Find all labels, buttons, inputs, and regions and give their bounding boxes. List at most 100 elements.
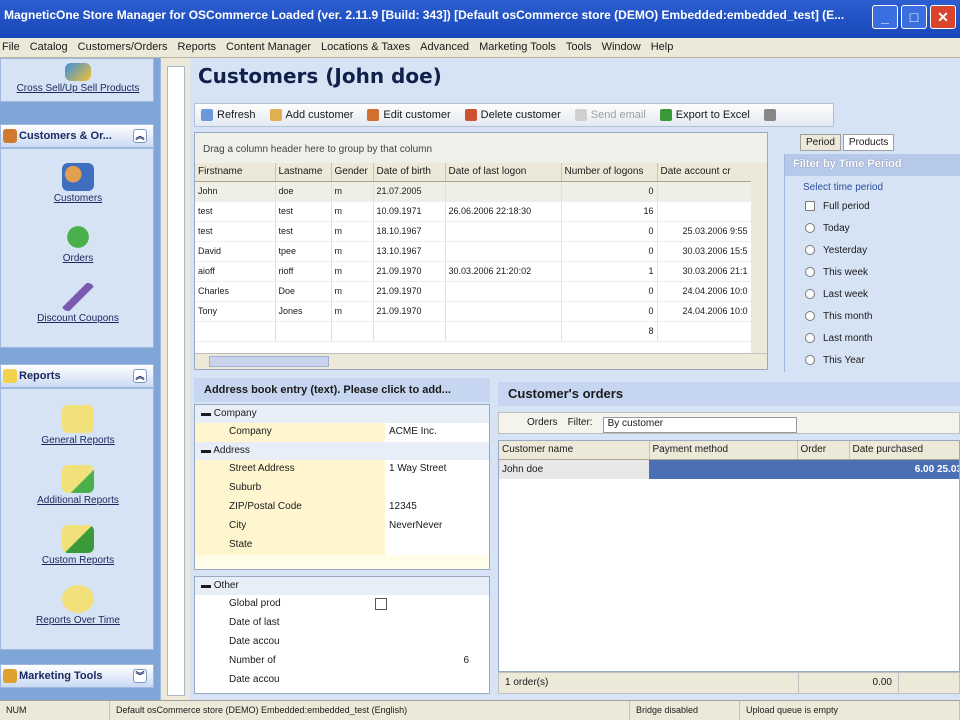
sidebar-header-customers[interactable]: Customers & Or... ︽ [0,124,154,148]
property-row[interactable]: State [195,536,489,555]
table-row[interactable]: Charles Doe m 21.09.1970 0 24.04.2006 10:0 [195,281,752,302]
column-header[interactable]: Number of logons [561,163,658,182]
property-row[interactable]: Date accou [195,633,489,652]
column-header[interactable]: Lastname [275,163,332,182]
column-header[interactable]: Date account cr [657,163,752,182]
filter-option-last-week[interactable]: Last week [785,281,960,303]
sidebar-item-reports-over-time[interactable]: Reports Over Time [1,585,155,626]
filter-option-yesterday[interactable]: Yesterday [785,237,960,259]
send-email-button[interactable]: Send email [574,109,646,121]
close-icon[interactable]: ✕ [930,5,956,29]
column-header[interactable]: Customer name [499,441,650,460]
property-row[interactable]: Global prod [195,595,489,614]
print-button[interactable] [763,109,776,121]
menu-item-catalog[interactable]: Catalog [30,41,68,57]
category-company[interactable]: ▬ Company [195,405,489,423]
page-title: Customers (John doe) [198,64,442,88]
sidebar-item-custom-reports[interactable]: Custom Reports [1,525,155,566]
sidebar-item-discount-coupons[interactable]: Discount Coupons [1,283,155,324]
orders-filter-bar: Orders Filter: By customer [498,412,960,434]
property-row[interactable]: Number of 6 [195,652,489,671]
property-row[interactable]: Street Address 1 Way Street [195,460,489,479]
sidebar-item-cross-sell[interactable]: Cross Sell/Up Sell Products [1,63,155,94]
collapse-icon[interactable]: ︽ [133,129,147,143]
menu-item-window[interactable]: Window [602,41,641,57]
minimize-icon[interactable]: _ [872,5,898,29]
radio-icon[interactable] [805,355,815,365]
filter-option-this-month[interactable]: This month [785,303,960,325]
orders-header: Customer's orders [498,382,960,406]
radio-icon[interactable] [805,333,815,343]
property-row[interactable]: Date accou [195,671,489,690]
orders-table: Customer name Payment method Order Date pur… [499,441,959,479]
column-header[interactable]: Date of last logon [445,163,562,182]
sidebar-header-marketing[interactable]: Marketing Tools ︾ [0,664,154,688]
column-header[interactable]: Payment method [649,441,798,460]
property-row[interactable]: Company ACME Inc. [195,423,489,442]
sidebar-item-general-reports[interactable]: General Reports [1,405,155,446]
table-row[interactable]: John doe 6.00 25.03.2005 Pendi [499,459,959,479]
export-excel-button[interactable]: Export to Excel [659,109,750,121]
table-cell: 21.09.1970 [373,301,446,322]
sidebar-item-customers[interactable]: Customers [1,163,155,204]
table-row[interactable]: David tpee m 13.10.1967 0 30.03.2006 15:5 [195,241,752,262]
orders-filter-select[interactable]: By customer [602,417,797,433]
tab-products[interactable]: Products [842,134,895,151]
menu-item-marketing-tools[interactable]: Marketing Tools [479,41,556,57]
property-row[interactable]: ZIP/Postal Code 12345 [195,498,489,517]
menu-item-file[interactable]: File [2,41,20,57]
filter-option-today[interactable]: Today [785,215,960,237]
collapse-icon[interactable]: ︽ [133,369,147,383]
edit-customer-button[interactable]: Edit customer [367,109,451,121]
property-row[interactable]: City NeverNever [195,517,489,536]
add-customer-button[interactable]: Add customer [269,109,353,121]
sidebar-item-additional-reports[interactable]: Additional Reports [1,465,155,506]
sidebar-item-orders[interactable]: Orders [1,223,155,264]
scroll-thumb[interactable] [209,356,329,367]
sidebar-splitter[interactable] [160,58,190,700]
menu-item-customers-orders[interactable]: Customers/Orders [78,41,168,57]
delete-customer-button[interactable]: Delete customer [464,109,561,121]
sidebar-header-reports[interactable]: Reports ︽ [0,364,154,388]
column-header[interactable]: Order [797,441,850,460]
refresh-icon [201,109,213,121]
radio-icon[interactable] [805,245,815,255]
grid-vertical-scrollbar[interactable] [751,163,767,355]
table-row[interactable]: test test m 18.10.1967 0 25.03.2006 9:55 [195,221,752,242]
table-row[interactable]: test test m 10.09.1971 26.06.2006 22:18:30 16 [195,201,752,222]
filter-tabs: Period Products [800,134,895,151]
menu-item-reports[interactable]: Reports [178,41,217,57]
filter-option-full-period[interactable]: Full period [785,193,960,215]
menu-item-help[interactable]: Help [651,41,674,57]
column-header[interactable]: Date of birth [373,163,446,182]
global-product-checkbox[interactable] [375,598,387,610]
splitter-bar[interactable] [167,66,185,696]
category-address[interactable]: ▬ Address [195,442,489,460]
menu-item-content-manager[interactable]: Content Manager [226,41,311,57]
checkbox-icon[interactable] [805,201,815,211]
column-header[interactable]: Gender [331,163,374,182]
refresh-button[interactable]: Refresh [201,109,256,121]
grid-horizontal-scrollbar[interactable] [195,353,767,369]
radio-icon[interactable] [805,311,815,321]
radio-icon[interactable] [805,289,815,299]
filter-option-this-week[interactable]: This week [785,259,960,281]
menu-item-locations-taxes[interactable]: Locations & Taxes [321,41,410,57]
filter-option-last-month[interactable]: Last month [785,325,960,347]
menu-item-tools[interactable]: Tools [566,41,592,57]
radio-icon[interactable] [805,267,815,277]
category-other[interactable]: ▬ Other [195,577,489,595]
column-header[interactable]: Date purchased [849,441,959,460]
tab-period[interactable]: Period [800,134,841,151]
filter-option-this-year[interactable]: This Year [785,347,960,369]
menu-item-advanced[interactable]: Advanced [420,41,469,57]
collapse-icon[interactable]: ︾ [133,669,147,683]
maximize-icon[interactable]: □ [901,5,927,29]
table-row[interactable]: Tony Jones m 21.09.1970 0 24.04.2006 10:0 [195,301,752,322]
property-row[interactable]: Suburb [195,479,489,498]
column-header[interactable]: Firstname [195,163,276,182]
radio-icon[interactable] [805,223,815,233]
table-row[interactable]: John doe m 21.07.2005 0 [195,181,752,202]
property-row[interactable]: Date of last [195,614,489,633]
table-row[interactable]: aioff rioff m 21.09.1970 30.03.2006 21:20:02… [195,261,752,282]
